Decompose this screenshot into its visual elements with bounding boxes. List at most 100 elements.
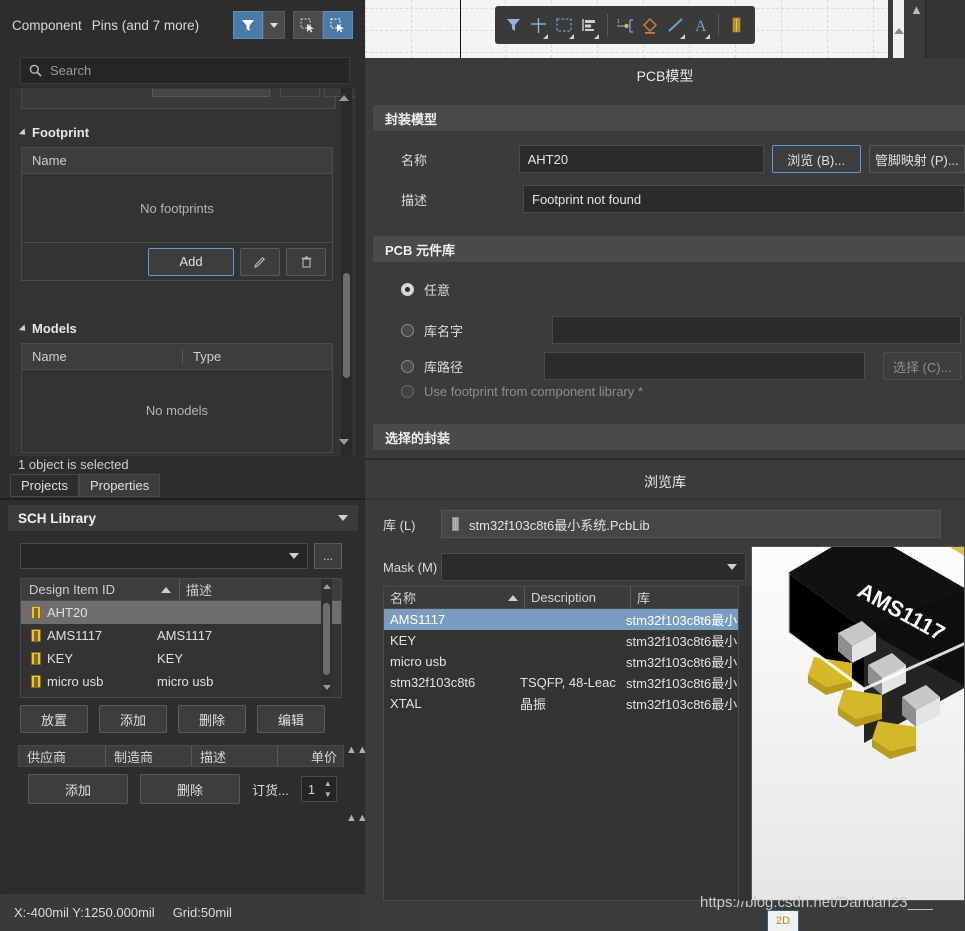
crosshair-tool-button[interactable] bbox=[528, 10, 549, 40]
library-path-input[interactable] bbox=[544, 352, 866, 380]
search-box[interactable] bbox=[20, 57, 350, 84]
pcb-lib-option-component-library-label: Use footprint from component library * bbox=[424, 384, 643, 399]
models-section-header[interactable]: Models bbox=[21, 321, 77, 336]
sch-library-header[interactable]: SCH Library bbox=[8, 505, 358, 531]
edit-button[interactable]: 编辑 bbox=[257, 705, 325, 733]
edit-footprint-button[interactable] bbox=[240, 248, 280, 276]
pcb-lib-option-libname[interactable]: 库名字 bbox=[401, 316, 961, 344]
place-pin-tool-button[interactable]: 1 bbox=[614, 10, 635, 40]
tab-projects[interactable]: Projects bbox=[10, 474, 79, 497]
browse-title-divider bbox=[365, 498, 965, 500]
list-item[interactable]: micro usb micro usb bbox=[21, 670, 341, 693]
delete-button[interactable]: 删除 bbox=[178, 705, 246, 733]
col-description[interactable]: Description bbox=[524, 587, 630, 608]
radio-libname-icon bbox=[401, 324, 414, 337]
select-touching-button[interactable] bbox=[323, 11, 353, 39]
table-row[interactable]: AMS1117 stm32f103c8t6最小 bbox=[384, 609, 738, 630]
pcb-model-dialog-title: PCB模型 bbox=[365, 58, 965, 94]
scroll-up-arrow-icon[interactable] bbox=[339, 95, 349, 101]
add-button[interactable]: 添加 bbox=[99, 705, 167, 733]
marquee-select-tool-button[interactable] bbox=[553, 10, 574, 40]
footprint-3d-preview[interactable]: AMS1117 AMS1117 bbox=[751, 546, 965, 901]
place-polygon-tool-button[interactable] bbox=[640, 10, 661, 40]
design-item-scrollbar[interactable] bbox=[321, 579, 332, 697]
filter-tool-button[interactable] bbox=[503, 10, 524, 40]
sch-library-combo[interactable] bbox=[20, 543, 308, 569]
col-library[interactable]: 库 bbox=[630, 587, 738, 608]
scroll-down-arrow-icon[interactable] bbox=[323, 685, 331, 690]
clipped-small-button-1[interactable] bbox=[280, 88, 320, 97]
place-line-tool-button[interactable] bbox=[665, 10, 686, 40]
add-footprint-button[interactable]: Add bbox=[148, 248, 234, 276]
list-item[interactable]: AHT20 bbox=[21, 601, 341, 624]
properties-scrollbar[interactable] bbox=[341, 88, 352, 456]
place-component-tool-button[interactable] bbox=[726, 10, 747, 40]
pcb-lib-option-libpath[interactable]: 库路径 选择 (C)... bbox=[401, 352, 961, 380]
sch-library-title: SCH Library bbox=[18, 511, 96, 526]
col-description[interactable]: 描述 bbox=[191, 746, 277, 766]
sch-library-browse-button[interactable]: ... bbox=[314, 543, 342, 569]
models-grid-header: Name Type bbox=[22, 344, 332, 370]
clipped-button[interactable] bbox=[152, 88, 270, 97]
order-label[interactable]: 订货... bbox=[252, 780, 289, 799]
col-design-item-id[interactable]: Design Item ID bbox=[21, 582, 161, 597]
supplier-add-button[interactable]: 添加 bbox=[28, 774, 128, 804]
list-item[interactable]: AMS1117 AMS1117 bbox=[21, 624, 341, 647]
supplier-delete-button[interactable]: 删除 bbox=[140, 774, 240, 804]
pcb-lib-option-any[interactable]: 任意 bbox=[401, 280, 450, 299]
order-quantity-stepper[interactable]: 1 ▲ ▼ bbox=[301, 776, 337, 802]
canvas-right-panel-stub bbox=[925, 0, 965, 58]
properties-scroll-thumb[interactable] bbox=[343, 273, 350, 378]
table-row[interactable]: KEY stm32f103c8t6最小 bbox=[384, 630, 738, 651]
place-component-icon bbox=[730, 17, 743, 33]
footprint-library: stm32f103c8t6最小 bbox=[620, 610, 738, 629]
dropdown-nub-icon bbox=[543, 34, 548, 39]
footprint-library: stm32f103c8t6最小 bbox=[620, 673, 738, 692]
place-button[interactable]: 放置 bbox=[20, 705, 88, 733]
list-item[interactable]: KEY KEY bbox=[21, 647, 341, 670]
footprint-library: stm32f103c8t6最小 bbox=[620, 694, 738, 713]
col-name[interactable]: 名称 bbox=[384, 587, 508, 608]
delete-footprint-button[interactable] bbox=[286, 248, 326, 276]
col-unit-price[interactable]: 单价 bbox=[277, 746, 343, 766]
scroll-up-arrow-icon[interactable] bbox=[323, 584, 331, 589]
design-item-grid: Design Item ID 描述 AHT20 AMS1117 AMS1117 … bbox=[20, 578, 342, 698]
filter-button[interactable] bbox=[233, 11, 263, 39]
browse-libraries-title: 浏览库 bbox=[365, 472, 965, 492]
trash-icon bbox=[300, 255, 313, 269]
mask-input[interactable] bbox=[441, 553, 746, 581]
active-bar-toolbar: 1 bbox=[495, 6, 755, 44]
browse-footprint-button[interactable]: 浏览 (B)... bbox=[772, 145, 861, 173]
filter-dropdown-button[interactable] bbox=[263, 11, 285, 39]
align-tool-button[interactable] bbox=[579, 10, 600, 40]
footprint-section-header[interactable]: Footprint bbox=[21, 125, 89, 140]
select-all-button[interactable] bbox=[293, 11, 323, 39]
footprint-desc-field[interactable]: Footprint not found bbox=[523, 185, 965, 213]
choose-path-button[interactable]: 选择 (C)... bbox=[883, 352, 961, 380]
table-row[interactable]: XTAL 晶振 stm32f103c8t6最小 bbox=[384, 693, 738, 714]
view-2d-button[interactable]: 2D bbox=[767, 910, 799, 931]
scroll-down-arrow-icon[interactable] bbox=[339, 439, 349, 445]
library-combo[interactable]: stm32f103c8t6最小系统.PcbLib bbox=[441, 510, 941, 538]
properties-panel: Component Pins (and 7 more) bbox=[0, 0, 365, 931]
library-name-input[interactable] bbox=[552, 316, 961, 344]
collapse-triangle-icon bbox=[19, 128, 28, 137]
footprint-name-field[interactable]: AHT20 bbox=[519, 145, 764, 173]
design-item-scroll-thumb[interactable] bbox=[323, 603, 330, 675]
schematic-canvas[interactable]: 1 bbox=[365, 0, 965, 58]
chevron-down-icon[interactable] bbox=[338, 515, 348, 521]
tab-properties[interactable]: Properties bbox=[79, 474, 160, 497]
col-supplier[interactable]: 供应商 bbox=[19, 746, 105, 766]
selection-status: 1 object is selected bbox=[18, 457, 129, 472]
grid-size: Grid:50mil bbox=[173, 905, 232, 920]
pin-map-button[interactable]: 管脚映射 (P)... bbox=[869, 145, 965, 173]
table-row[interactable]: micro usb stm32f103c8t6最小 bbox=[384, 651, 738, 672]
table-row[interactable]: stm32f103c8t6 TSQFP, 48-Leac stm32f103c8… bbox=[384, 672, 738, 693]
toolbar-divider bbox=[718, 14, 719, 36]
radio-any-icon bbox=[401, 283, 414, 296]
col-manufacturer[interactable]: 制造商 bbox=[105, 746, 191, 766]
search-input[interactable] bbox=[50, 63, 330, 78]
place-text-tool-button[interactable]: A bbox=[690, 10, 711, 40]
col-description[interactable]: 描述 bbox=[179, 579, 341, 600]
canvas-scroll-up-icon[interactable] bbox=[894, 28, 904, 34]
